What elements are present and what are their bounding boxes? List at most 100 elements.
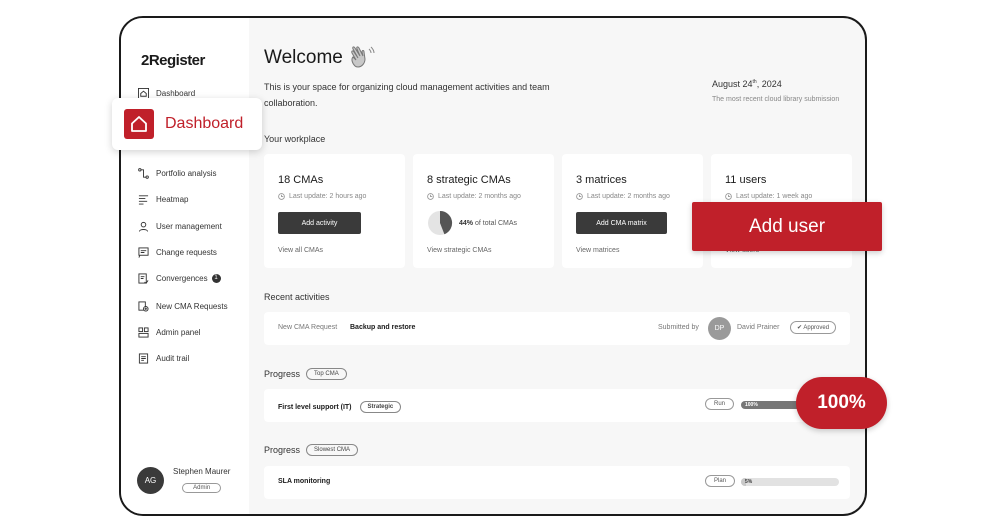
avatar: AG bbox=[137, 467, 164, 494]
view-all-cmas-link[interactable]: View all CMAs bbox=[278, 247, 323, 254]
category-tag: Strategic bbox=[359, 401, 402, 413]
view-strategic-cmas-link[interactable]: View strategic CMAs bbox=[427, 247, 491, 254]
main-content: Welcome This is your space for organizin… bbox=[249, 18, 865, 514]
strategic-cmas-card: 8 strategic CMAs Last update: 2 months a… bbox=[413, 154, 554, 268]
progress-value: 100% bbox=[745, 402, 758, 408]
sidebar-item-heatmap[interactable]: Heatmap bbox=[137, 191, 247, 207]
user-profile[interactable]: AG Stephen Maurer Admin bbox=[137, 467, 230, 494]
sidebar-item-audit-trail[interactable]: Audit trail bbox=[137, 350, 247, 366]
sidebar-item-label: Portfolio analysis bbox=[156, 168, 217, 178]
page-title-text: Welcome bbox=[264, 47, 343, 68]
workplace-title: Your workplace bbox=[264, 134, 326, 144]
progress-row-slowest[interactable]: SLA monitoring Plan 5% bbox=[264, 466, 850, 499]
home-icon bbox=[124, 109, 154, 139]
activity-name: Backup and restore bbox=[350, 324, 416, 331]
portfolio-icon bbox=[137, 167, 149, 179]
clock-icon bbox=[278, 193, 285, 200]
card-update: Last update: 1 week ago bbox=[725, 193, 812, 200]
convergences-icon bbox=[137, 272, 149, 284]
card-title: 11 users bbox=[725, 174, 767, 186]
progress-item: SLA monitoring bbox=[278, 478, 330, 485]
card-update-text: Last update: 2 months ago bbox=[438, 193, 521, 200]
progress-top-title: Progress Top CMA bbox=[264, 368, 347, 380]
sidebar: 2Register Dashboard Portfolio analysis H… bbox=[121, 18, 249, 514]
card-title: 8 strategic CMAs bbox=[427, 174, 511, 186]
activity-row[interactable]: New CMA Request Backup and restore Submi… bbox=[264, 312, 850, 345]
sidebar-item-label: Heatmap bbox=[156, 194, 189, 204]
progress-value: 5% bbox=[745, 479, 753, 485]
user-name: Stephen Maurer bbox=[173, 467, 231, 476]
submitter-name: David Prainer bbox=[737, 324, 780, 331]
sidebar-item-label: Dashboard bbox=[156, 88, 196, 98]
pie-chart-icon bbox=[428, 210, 453, 235]
clock-icon bbox=[427, 193, 434, 200]
check-icon: ✔ bbox=[797, 325, 803, 331]
status-badge: ✔ Approved bbox=[790, 321, 837, 334]
card-update-text: Last update: 2 hours ago bbox=[289, 193, 367, 200]
card-update: Last update: 2 months ago bbox=[427, 193, 521, 200]
progress-title-text: Progress bbox=[264, 369, 301, 379]
sidebar-item-label: Convergences bbox=[156, 273, 208, 283]
sidebar-item-label: User management bbox=[156, 221, 222, 231]
card-update: Last update: 2 hours ago bbox=[278, 193, 366, 200]
user-info: Stephen Maurer Admin bbox=[173, 467, 230, 494]
current-date: August 24th, 2024 bbox=[712, 79, 782, 89]
submitter-avatar: DP bbox=[708, 317, 731, 340]
stage-badge: Plan bbox=[705, 475, 736, 487]
strategic-share: 44% of total CMAs bbox=[427, 210, 517, 236]
progress-bar-fill: 5% bbox=[741, 478, 752, 486]
progress-item: First level support (IT) Strategic bbox=[278, 401, 402, 413]
audit-trail-icon bbox=[137, 352, 149, 364]
sidebar-item-admin-panel[interactable]: Admin panel bbox=[137, 324, 247, 340]
add-activity-button[interactable]: Add activity bbox=[278, 212, 361, 234]
dashboard-callout-label: Dashboard bbox=[165, 115, 244, 132]
convergences-count-badge: 1 bbox=[211, 273, 221, 283]
intro-text: This is your space for organizing cloud … bbox=[264, 82, 550, 108]
slowest-cma-tag: Slowest CMA bbox=[306, 444, 359, 456]
user-role-badge: Admin bbox=[182, 483, 222, 493]
sidebar-item-change-requests[interactable]: Change requests bbox=[137, 244, 247, 260]
card-title: 18 CMAs bbox=[278, 174, 324, 186]
progress-title-text: Progress bbox=[264, 445, 301, 455]
cmas-card: 18 CMAs Last update: 2 hours ago Add act… bbox=[264, 154, 405, 268]
status-text: Approved bbox=[803, 325, 830, 331]
progress-item-name: SLA monitoring bbox=[278, 478, 331, 485]
sidebar-item-label: Admin panel bbox=[156, 327, 201, 337]
matrices-card: 3 matrices Last update: 2 months ago Add… bbox=[562, 154, 703, 268]
card-update-text: Last update: 1 week ago bbox=[736, 193, 813, 200]
view-matrices-link[interactable]: View matrices bbox=[576, 247, 619, 254]
clock-icon bbox=[725, 193, 732, 200]
app-frame: 2Register Dashboard Portfolio analysis H… bbox=[119, 16, 867, 516]
progress-bar: 5% bbox=[741, 478, 839, 486]
sidebar-item-portfolio-analysis[interactable]: Portfolio analysis bbox=[137, 165, 247, 181]
change-requests-icon bbox=[137, 246, 149, 258]
waving-hand-icon bbox=[351, 46, 375, 68]
strategic-percent-text: of total CMAs bbox=[475, 219, 518, 227]
strategic-percent: 44% bbox=[459, 219, 474, 227]
user-icon bbox=[137, 220, 149, 232]
dashboard-callout[interactable]: Dashboard bbox=[112, 98, 262, 150]
new-request-icon bbox=[137, 300, 149, 312]
card-update: Last update: 2 months ago bbox=[576, 193, 670, 200]
add-user-button[interactable]: Add user bbox=[692, 202, 882, 251]
top-cma-tag: Top CMA bbox=[306, 368, 347, 380]
sidebar-item-convergences[interactable]: Convergences 1 bbox=[137, 270, 247, 286]
heatmap-icon bbox=[137, 193, 149, 205]
card-title: 3 matrices bbox=[576, 174, 627, 186]
sidebar-item-new-cma-requests[interactable]: New CMA Requests bbox=[137, 298, 247, 314]
progress-row-top[interactable]: First level support (IT) Strategic Run 1… bbox=[264, 389, 850, 422]
sidebar-item-label: Change requests bbox=[156, 247, 217, 257]
sidebar-item-label: Audit trail bbox=[156, 353, 190, 363]
sidebar-item-label: New CMA Requests bbox=[156, 301, 228, 311]
page-title: Welcome bbox=[264, 46, 375, 70]
progress-100-callout: 100% bbox=[796, 377, 887, 429]
add-cma-matrix-button[interactable]: Add CMA matrix bbox=[576, 212, 667, 234]
date-subtitle: The most recent cloud library submission bbox=[712, 96, 840, 103]
sidebar-item-user-management[interactable]: User management bbox=[137, 218, 247, 234]
recent-activities-title: Recent activities bbox=[264, 292, 330, 302]
app-logo: 2Register bbox=[141, 52, 205, 69]
submitted-by-label: Submitted by bbox=[658, 324, 699, 331]
stage-badge: Run bbox=[705, 398, 735, 410]
progress-slowest-title: Progress Slowest CMA bbox=[264, 444, 359, 456]
card-update-text: Last update: 2 months ago bbox=[587, 193, 670, 200]
